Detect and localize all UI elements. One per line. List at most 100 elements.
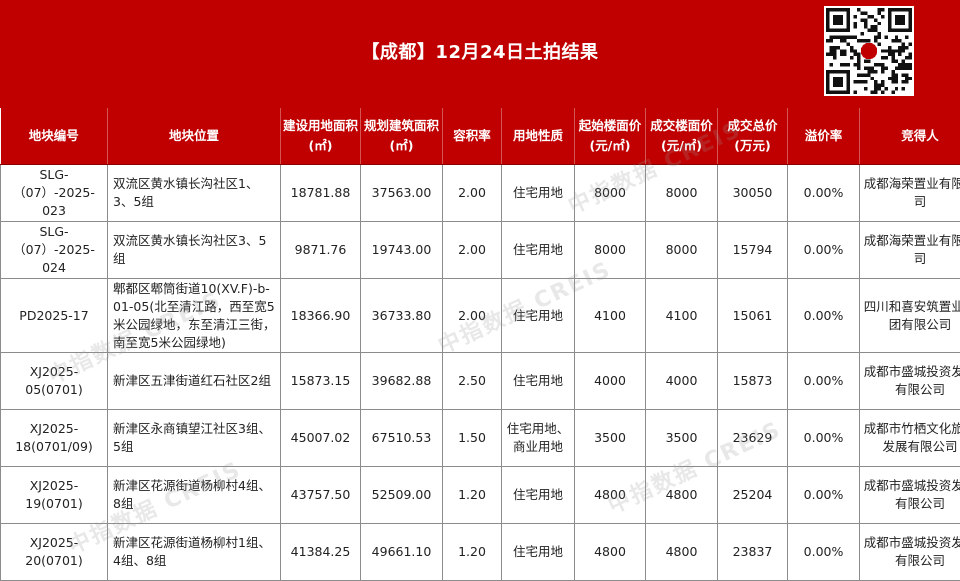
deal-price-cell: 3500 xyxy=(646,410,718,467)
land-area-cell: 43757.50 xyxy=(281,467,361,524)
floor-area-cell: 52509.00 xyxy=(361,467,443,524)
col-header: 建设用地面积(㎡) xyxy=(281,108,361,165)
table-row: PD2025-17 郫都区郫筒街道10(XV.F)-b-01-05(北至清江路，… xyxy=(1,279,960,353)
winner-cell: 成都市盛城投资发展有限公司 xyxy=(860,524,960,581)
premium-rate-cell: 0.00% xyxy=(788,467,860,524)
land-use-cell: 住宅用地 xyxy=(502,524,575,581)
deal-price-cell: 4100 xyxy=(646,279,718,353)
table-row: XJ2025-20(0701) 新津区花源街道杨柳村1组、4组、8组 41384… xyxy=(1,524,960,581)
table-header-row: 地块编号 地块位置 建设用地面积(㎡) 规划建筑面积(㎡) 容积率 用地性质 起… xyxy=(1,108,960,165)
col-header: 溢价率 xyxy=(788,108,860,165)
location-cell: 双流区黄水镇长沟社区1、3、5组 xyxy=(108,165,281,222)
parcel-id-cell: XJ2025-18(0701/09) xyxy=(1,410,108,467)
title-banner: 【成都】12月24日土拍结果 xyxy=(0,0,960,108)
col-header: 用地性质 xyxy=(502,108,575,165)
start-price-cell: 3500 xyxy=(575,410,646,467)
deal-price-cell: 8000 xyxy=(646,165,718,222)
col-header: 成交楼面价(元/㎡) xyxy=(646,108,718,165)
location-cell: 郫都区郫筒街道10(XV.F)-b-01-05(北至清江路，西至宽5米公园绿地，… xyxy=(108,279,281,353)
total-price-cell: 30050 xyxy=(718,165,788,222)
total-price-cell: 25204 xyxy=(718,467,788,524)
floor-area-cell: 67510.53 xyxy=(361,410,443,467)
col-header: 起始楼面价(元/㎡) xyxy=(575,108,646,165)
total-price-cell: 15873 xyxy=(718,353,788,410)
start-price-cell: 8000 xyxy=(575,222,646,279)
col-header: 容积率 xyxy=(443,108,502,165)
plot-ratio-cell: 1.50 xyxy=(443,410,502,467)
deal-price-cell: 4800 xyxy=(646,467,718,524)
parcel-id-cell: XJ2025-05(0701) xyxy=(1,353,108,410)
floor-area-cell: 37563.00 xyxy=(361,165,443,222)
parcel-id-cell: XJ2025-19(0701) xyxy=(1,467,108,524)
winner-cell: 成都海荣置业有限公司 xyxy=(860,165,960,222)
land-use-cell: 住宅用地 xyxy=(502,353,575,410)
total-price-cell: 23629 xyxy=(718,410,788,467)
col-header: 地块位置 xyxy=(108,108,281,165)
col-header: 成交总价(万元) xyxy=(718,108,788,165)
location-cell: 新津区五津街道红石社区2组 xyxy=(108,353,281,410)
start-price-cell: 4800 xyxy=(575,524,646,581)
floor-area-cell: 39682.88 xyxy=(361,353,443,410)
floor-area-cell: 36733.80 xyxy=(361,279,443,353)
qr-code-icon xyxy=(824,6,914,96)
page-title: 【成都】12月24日土拍结果 xyxy=(0,38,960,64)
premium-rate-cell: 0.00% xyxy=(788,524,860,581)
deal-price-cell: 4800 xyxy=(646,524,718,581)
parcel-id-cell: PD2025-17 xyxy=(1,279,108,353)
floor-area-cell: 19743.00 xyxy=(361,222,443,279)
winner-cell: 成都市盛城投资发展有限公司 xyxy=(860,467,960,524)
table-row: SLG-（07）-2025-024 双流区黄水镇长沟社区3、5组 9871.76… xyxy=(1,222,960,279)
premium-rate-cell: 0.00% xyxy=(788,353,860,410)
land-use-cell: 住宅用地 xyxy=(502,279,575,353)
plot-ratio-cell: 2.50 xyxy=(443,353,502,410)
start-price-cell: 8000 xyxy=(575,165,646,222)
winner-cell: 成都市竹栖文化旅游发展有限公司 xyxy=(860,410,960,467)
plot-ratio-cell: 1.20 xyxy=(443,467,502,524)
land-use-cell: 住宅用地 xyxy=(502,467,575,524)
location-cell: 新津区花源街道杨柳村4组、8组 xyxy=(108,467,281,524)
winner-cell: 四川和喜安筑置业集团有限公司 xyxy=(860,279,960,353)
winner-cell: 成都市盛城投资发展有限公司 xyxy=(860,353,960,410)
table-row: XJ2025-18(0701/09) 新津区永商镇望江社区3组、5组 45007… xyxy=(1,410,960,467)
total-price-cell: 15794 xyxy=(718,222,788,279)
floor-area-cell: 49661.10 xyxy=(361,524,443,581)
winner-cell: 成都海荣置业有限公司 xyxy=(860,222,960,279)
land-use-cell: 住宅用地、商业用地 xyxy=(502,410,575,467)
premium-rate-cell: 0.00% xyxy=(788,222,860,279)
plot-ratio-cell: 2.00 xyxy=(443,279,502,353)
land-area-cell: 41384.25 xyxy=(281,524,361,581)
land-area-cell: 9871.76 xyxy=(281,222,361,279)
land-use-cell: 住宅用地 xyxy=(502,165,575,222)
land-use-cell: 住宅用地 xyxy=(502,222,575,279)
deal-price-cell: 4000 xyxy=(646,353,718,410)
location-cell: 新津区花源街道杨柳村1组、4组、8组 xyxy=(108,524,281,581)
table-row: XJ2025-05(0701) 新津区五津街道红石社区2组 15873.15 3… xyxy=(1,353,960,410)
plot-ratio-cell: 2.00 xyxy=(443,222,502,279)
parcel-id-cell: SLG-（07）-2025-024 xyxy=(1,222,108,279)
start-price-cell: 4800 xyxy=(575,467,646,524)
start-price-cell: 4100 xyxy=(575,279,646,353)
total-price-cell: 23837 xyxy=(718,524,788,581)
location-cell: 双流区黄水镇长沟社区3、5组 xyxy=(108,222,281,279)
parcel-id-cell: SLG-（07）-2025-023 xyxy=(1,165,108,222)
page: 【成都】12月24日土拍结果 地块编号 地块位置 建设用地面积(㎡) 规划建筑面… xyxy=(0,0,960,564)
start-price-cell: 4000 xyxy=(575,353,646,410)
land-area-cell: 18366.90 xyxy=(281,279,361,353)
col-header: 规划建筑面积(㎡) xyxy=(361,108,443,165)
table-row: SLG-（07）-2025-023 双流区黄水镇长沟社区1、3、5组 18781… xyxy=(1,165,960,222)
land-auction-table: 地块编号 地块位置 建设用地面积(㎡) 规划建筑面积(㎡) 容积率 用地性质 起… xyxy=(0,108,960,581)
parcel-id-cell: XJ2025-20(0701) xyxy=(1,524,108,581)
premium-rate-cell: 0.00% xyxy=(788,410,860,467)
table-row: XJ2025-19(0701) 新津区花源街道杨柳村4组、8组 43757.50… xyxy=(1,467,960,524)
col-header: 地块编号 xyxy=(1,108,108,165)
premium-rate-cell: 0.00% xyxy=(788,279,860,353)
land-area-cell: 18781.88 xyxy=(281,165,361,222)
plot-ratio-cell: 1.20 xyxy=(443,524,502,581)
total-price-cell: 15061 xyxy=(718,279,788,353)
land-area-cell: 45007.02 xyxy=(281,410,361,467)
deal-price-cell: 8000 xyxy=(646,222,718,279)
plot-ratio-cell: 2.00 xyxy=(443,165,502,222)
premium-rate-cell: 0.00% xyxy=(788,165,860,222)
location-cell: 新津区永商镇望江社区3组、5组 xyxy=(108,410,281,467)
land-area-cell: 15873.15 xyxy=(281,353,361,410)
